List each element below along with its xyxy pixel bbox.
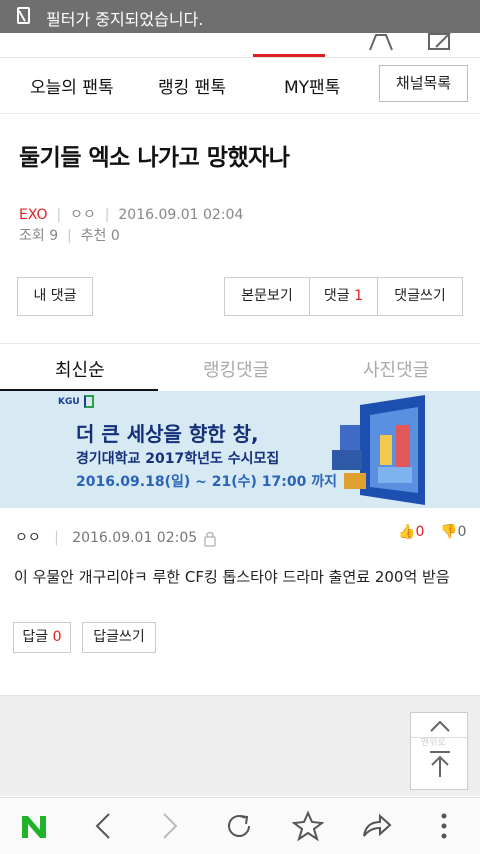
ad-logo: KGU [58, 397, 80, 407]
ad-subline: 경기대학교 2017학년도 수시모집 [76, 451, 280, 467]
post-meta-line1: EXO | ㅇㅇ | 2016.09.01 02:04 [19, 204, 243, 224]
forward-icon[interactable] [160, 812, 180, 840]
scroll-buttons: 맨위로 [410, 712, 468, 790]
channel-list-button[interactable]: 채널목록 [379, 65, 468, 102]
post-meta-line2: 조회 9 | 추천 0 [19, 225, 120, 245]
tab-ranking-comments[interactable]: 랭킹댓글 [203, 356, 269, 382]
comment-meta: ㅇㅇ | 2016.09.01 02:05 [15, 527, 197, 547]
thumbs-up-icon: 👍 [398, 524, 416, 540]
share-icon[interactable] [360, 812, 392, 840]
comments-count: 1 [354, 288, 364, 304]
user-icon[interactable] [366, 33, 396, 51]
divider: | [52, 207, 66, 223]
thumbs-down-icon: 👎 [440, 524, 458, 540]
bookmark-star-icon[interactable] [292, 810, 324, 842]
divider: | [100, 207, 114, 223]
tab-today-fantalk[interactable]: 오늘의 팬톡 [30, 73, 114, 98]
page-footer-area [0, 695, 480, 796]
comment-upvote[interactable]: 👍0 [398, 524, 424, 540]
scroll-top-label: 맨위로 [421, 738, 446, 748]
scroll-up-chevron-icon[interactable] [429, 719, 451, 733]
reply-button[interactable]: 답글 0 [13, 622, 71, 653]
filter-toast: 필터가 중지되었습니다. [0, 0, 480, 33]
report-icon[interactable] [203, 531, 217, 547]
comments-button[interactable]: 댓글 1 [309, 277, 378, 316]
divider: | [45, 530, 68, 546]
kgu-emblem-icon [84, 395, 94, 408]
comment-downvote[interactable]: 👎0 [440, 524, 466, 540]
browser-toolbar [0, 797, 480, 854]
post-views: 조회 9 [19, 228, 59, 244]
comment-author: ㅇㅇ [15, 530, 41, 546]
scroll-to-top-icon[interactable] [428, 749, 452, 779]
ad-city-graphic [332, 395, 425, 505]
post-title: 둘기들 엑소 나가고 망했자나 [19, 145, 290, 171]
comment-datetime: 2016.09.01 02:05 [72, 530, 198, 546]
tab-ranking-fantalk[interactable]: 랭킹 팬톡 [158, 73, 226, 98]
edit-icon[interactable] [426, 33, 454, 51]
ad-dates: 2016.09.18(일) ~ 21(수) 17:00 까지 [76, 474, 337, 490]
tab-my-fantalk[interactable]: MY팬톡 [284, 73, 340, 98]
naver-home-icon[interactable] [20, 814, 48, 840]
upvote-count: 0 [415, 524, 425, 540]
filter-off-icon [17, 7, 30, 24]
refresh-icon[interactable] [224, 811, 254, 841]
post-datetime: 2016.09.01 02:04 [118, 207, 244, 223]
back-icon[interactable] [93, 812, 113, 840]
downvote-count: 0 [457, 524, 467, 540]
comment-sort-tabs: 최신순 랭킹댓글 사진댓글 [0, 343, 480, 392]
ad-banner[interactable]: KGU 더 큰 세상을 향한 창, 경기대학교 2017학년도 수시모집 201… [0, 391, 480, 508]
category-link[interactable]: EXO [19, 207, 48, 223]
top-navigation [0, 33, 480, 58]
comments-label: 댓글 [323, 288, 350, 304]
my-comment-button[interactable]: 내 댓글 [17, 277, 93, 316]
reply-label: 답글 [22, 629, 49, 645]
post-author: ㅇㅇ [70, 207, 96, 223]
tab-photo-comments[interactable]: 사진댓글 [363, 356, 429, 382]
more-menu-icon[interactable] [438, 812, 450, 842]
divider: | [62, 228, 77, 244]
post-likes: 추천 0 [80, 228, 120, 244]
reply-count: 0 [52, 629, 62, 645]
comment-text: 이 우물안 개구리야ㅋ 루한 CF킹 톱스타야 드라마 출연료 200억 받음 [14, 568, 450, 586]
ad-headline: 더 큰 세상을 향한 창, [76, 422, 259, 446]
tab-latest[interactable]: 최신순 [55, 356, 105, 382]
toast-text: 필터가 중지되었습니다. [46, 10, 204, 29]
write-reply-button[interactable]: 답글쓰기 [82, 622, 156, 653]
write-comment-button[interactable]: 댓글쓰기 [377, 277, 463, 316]
view-body-button[interactable]: 본문보기 [224, 277, 310, 316]
